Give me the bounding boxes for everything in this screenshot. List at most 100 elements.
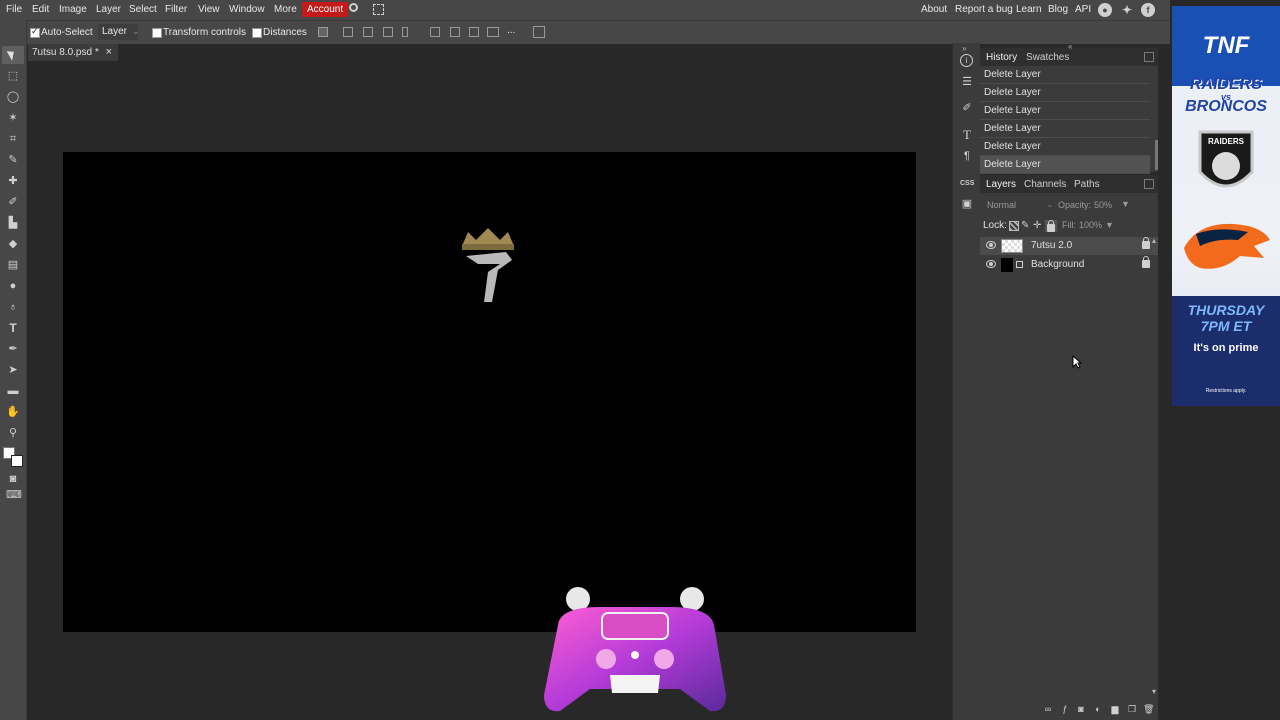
align-top-icon[interactable] (430, 27, 440, 37)
image-icon[interactable]: ▣ (960, 197, 974, 211)
tab-channels[interactable]: Channels (1024, 179, 1066, 190)
facebook-icon[interactable]: f (1141, 3, 1155, 17)
menu-select[interactable]: Select (129, 4, 157, 15)
align-middle-v-icon[interactable] (450, 27, 460, 37)
close-icon[interactable]: × (106, 46, 112, 58)
history-item[interactable]: Delete Layer (980, 102, 1150, 120)
lock-pixels-icon[interactable]: ✎ (1021, 220, 1029, 231)
distribute-h-icon[interactable] (402, 27, 408, 37)
menu-file[interactable]: File (6, 4, 22, 15)
character-icon[interactable]: T (960, 128, 974, 142)
css-icon[interactable]: CSS (960, 177, 974, 191)
new-layer-icon[interactable]: ❐ (1127, 704, 1137, 714)
layer-effects-icon[interactable]: ƒ (1060, 704, 1070, 714)
search-icon[interactable] (349, 3, 358, 12)
menu-edit[interactable]: Edit (32, 4, 49, 15)
crop-tool-icon[interactable]: ⌗ (6, 132, 20, 146)
scroll-down-arrow[interactable]: ▾ (1152, 687, 1156, 696)
background-color-swatch[interactable] (11, 455, 23, 467)
fullscreen-icon[interactable] (373, 4, 384, 15)
tab-history[interactable]: History (986, 52, 1017, 63)
history-item[interactable]: Delete Layer (980, 138, 1150, 156)
grid-arrange-icon[interactable] (533, 26, 545, 38)
gradient-tool-icon[interactable]: ▤ (6, 258, 20, 272)
brush-settings-icon[interactable]: ✐ (960, 101, 974, 115)
zoom-tool-icon[interactable]: ⚲ (6, 426, 20, 440)
align-bottom-icon[interactable] (469, 27, 479, 37)
history-scrollbar[interactable] (1155, 140, 1158, 170)
path-select-icon[interactable]: ➤ (6, 363, 20, 377)
link-report-bug[interactable]: Report a bug (955, 4, 1013, 15)
eye-icon[interactable] (986, 241, 996, 249)
menu-window[interactable]: Window (229, 4, 265, 15)
canvas[interactable] (63, 152, 916, 632)
tab-paths[interactable]: Paths (1074, 179, 1100, 190)
history-item[interactable]: Delete Layer (980, 120, 1150, 138)
clone-stamp-icon[interactable]: ▙ (6, 216, 20, 230)
lock-position-icon[interactable]: ✛ (1033, 220, 1041, 231)
tab-layers[interactable]: Layers (986, 179, 1016, 190)
new-folder-icon[interactable]: ▆ (1110, 704, 1120, 714)
delete-layer-icon[interactable]: 🗑 (1143, 704, 1154, 714)
link-learn[interactable]: Learn (1016, 4, 1042, 15)
distances-checkbox[interactable] (252, 28, 262, 38)
history-item[interactable]: Delete Layer (980, 84, 1150, 102)
shape-tool-icon[interactable]: ▬ (6, 384, 20, 398)
fill-value[interactable]: 100% (1079, 220, 1102, 230)
more-align-options[interactable]: ... (507, 25, 515, 36)
history-menu-icon[interactable] (1144, 52, 1154, 62)
blur-tool-icon[interactable]: ● (6, 279, 20, 293)
scroll-up-arrow[interactable]: ▴ (1152, 236, 1156, 245)
eyedropper-icon[interactable]: ✎ (6, 153, 20, 167)
align-left-icon[interactable] (343, 27, 353, 37)
collapse-strip-icon[interactable]: » (962, 44, 966, 53)
eraser-icon[interactable]: ◆ (6, 237, 20, 251)
layer-mask-icon[interactable]: ◙ (1076, 704, 1086, 714)
info-icon[interactable]: i (960, 54, 973, 67)
download-icon[interactable] (318, 27, 328, 37)
document-tab[interactable]: 7utsu 8.0.psd * × (28, 44, 118, 61)
link-layers-icon[interactable]: ∞ (1043, 704, 1053, 714)
link-api[interactable]: API (1075, 4, 1091, 15)
lock-all-icon[interactable] (1045, 220, 1057, 232)
marquee-tool-icon[interactable]: ⬚ (6, 69, 20, 83)
transform-controls-checkbox[interactable] (152, 28, 162, 38)
layers-menu-icon[interactable] (1144, 179, 1154, 189)
reddit-icon[interactable]: ● (1098, 3, 1112, 17)
tab-swatches[interactable]: Swatches (1026, 52, 1069, 63)
paragraph-icon[interactable]: ¶ (960, 149, 974, 163)
opacity-dropdown-arrow[interactable]: ▼ (1121, 199, 1130, 209)
quick-mask-icon[interactable]: ◙ (6, 472, 20, 486)
menu-layer[interactable]: Layer (96, 4, 121, 15)
move-tool-button[interactable] (2, 46, 24, 64)
adjustments-icon[interactable]: ☰ (960, 75, 974, 89)
opacity-value[interactable]: 50% (1094, 200, 1112, 210)
lasso-tool-icon[interactable]: ◯ (6, 90, 20, 104)
lock-transparency-icon[interactable] (1009, 221, 1019, 231)
menu-filter[interactable]: Filter (165, 4, 187, 15)
pen-tool-icon[interactable]: ✒ (6, 342, 20, 356)
adjustment-layer-icon[interactable]: ◐ (1093, 704, 1103, 714)
blend-mode-dropdown[interactable]: Normal (987, 200, 1016, 210)
link-about[interactable]: About (921, 4, 947, 15)
keyboard-icon[interactable]: ⌨ (6, 488, 22, 502)
auto-select-mode-dropdown[interactable]: Layer ⌄ (98, 24, 140, 40)
magic-wand-icon[interactable]: ✶ (6, 111, 20, 125)
distribute-v-icon[interactable] (487, 27, 499, 37)
link-blog[interactable]: Blog (1048, 4, 1068, 15)
type-tool-icon[interactable]: T (6, 321, 20, 335)
dodge-tool-icon[interactable]: ♁ (6, 300, 20, 314)
hand-tool-icon[interactable]: ✋ (6, 405, 20, 419)
advertisement[interactable]: TNF RAIDERS vs BRONCOS RAIDERS THURSDAY … (1172, 6, 1280, 406)
layer-row-background[interactable]: Background (980, 256, 1158, 274)
account-button[interactable]: Account (302, 2, 349, 17)
fill-dropdown-arrow[interactable]: ▼ (1105, 220, 1114, 230)
brush-tool-icon[interactable]: ✐ (6, 195, 20, 209)
eye-icon[interactable] (986, 260, 996, 268)
twitter-icon[interactable]: ✦ (1120, 3, 1134, 17)
auto-select-checkbox[interactable] (30, 26, 40, 38)
history-item[interactable]: Delete Layer (980, 66, 1150, 84)
history-item-current[interactable]: Delete Layer (980, 156, 1150, 174)
align-center-h-icon[interactable] (363, 27, 373, 37)
layer-row-7utsu[interactable]: 7utsu 2.0 (980, 237, 1158, 255)
